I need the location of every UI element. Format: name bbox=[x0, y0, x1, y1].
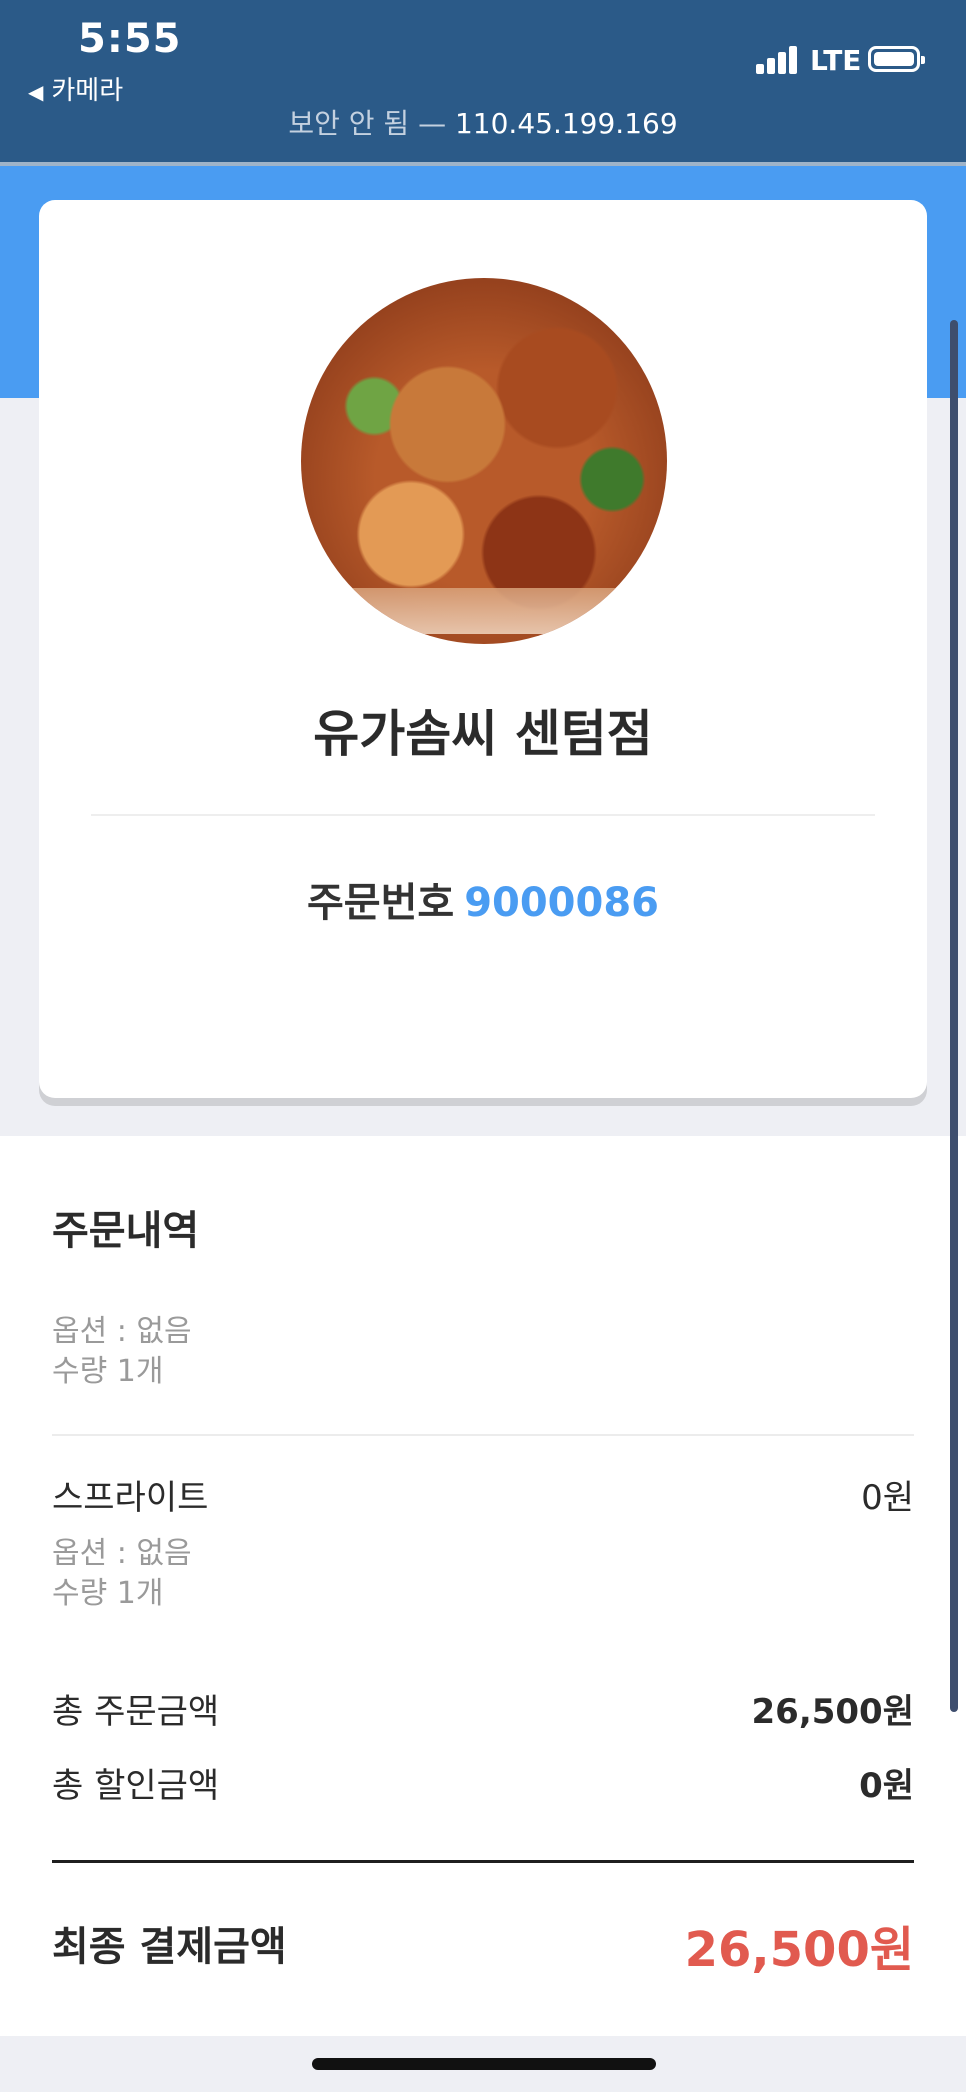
final-payment-label: 최종 결제금액 bbox=[52, 1924, 287, 1970]
status-time: 5:55 bbox=[78, 16, 182, 62]
item-option: 옵션 : 없음 bbox=[52, 1314, 192, 1349]
insecure-label: 보안 안 됨 bbox=[288, 107, 410, 140]
store-name: 유가솜씨 센텀점 bbox=[313, 705, 653, 763]
card-divider bbox=[91, 814, 875, 816]
status-bar: 5:55 ◀ 카메라 LTE 보안 안 됨 — 110.45.199.169 bbox=[0, 0, 966, 162]
order-details: 주문내역 옵션 : 없음 수량 1개 스프라이트 0원 옵션 : 없음 수량 1… bbox=[0, 1136, 966, 2036]
order-number-label: 주문번호 bbox=[306, 880, 455, 926]
item-price: 0원 bbox=[861, 1478, 914, 1518]
store-card: 유가솜씨 센텀점 주문번호 9000086 bbox=[39, 200, 927, 1098]
scrollbar[interactable] bbox=[950, 320, 958, 1712]
total-divider bbox=[52, 1860, 914, 1863]
network-type: LTE bbox=[810, 44, 862, 77]
item-quantity: 수량 1개 bbox=[52, 1576, 164, 1611]
home-indicator[interactable] bbox=[312, 2058, 656, 2070]
url-separator: — bbox=[418, 107, 447, 140]
order-details-title: 주문내역 bbox=[52, 1208, 200, 1254]
total-order-value: 26,500원 bbox=[751, 1692, 914, 1732]
item-quantity: 수량 1개 bbox=[52, 1354, 164, 1389]
order-number-row: 주문번호 9000086 bbox=[39, 870, 927, 928]
total-discount-value: 0원 bbox=[859, 1766, 914, 1806]
total-order-label: 총 주문금액 bbox=[52, 1692, 220, 1732]
cellular-signal-icon bbox=[756, 44, 804, 74]
url-bar[interactable]: 보안 안 됨 — 110.45.199.169 bbox=[0, 102, 966, 142]
final-payment-value: 26,500원 bbox=[684, 1922, 914, 1978]
store-food-image bbox=[301, 278, 667, 644]
item-divider bbox=[52, 1434, 914, 1436]
order-number: 9000086 bbox=[464, 880, 660, 926]
item-option: 옵션 : 없음 bbox=[52, 1536, 192, 1571]
url-address: 110.45.199.169 bbox=[454, 107, 678, 140]
battery-icon bbox=[868, 46, 925, 72]
back-arrow-icon: ◀ bbox=[28, 80, 44, 104]
total-discount-label: 총 할인금액 bbox=[52, 1766, 220, 1806]
item-name: 스프라이트 bbox=[52, 1478, 209, 1518]
